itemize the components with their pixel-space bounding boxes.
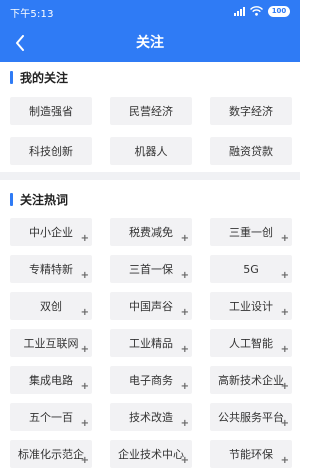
plus-icon[interactable]: +	[81, 382, 89, 392]
tag-chip[interactable]: 中国声谷 +	[110, 292, 192, 320]
tag-label: 制造强省	[29, 105, 73, 118]
tag-chip[interactable]: 5G +	[210, 255, 292, 283]
plus-icon[interactable]: +	[281, 345, 289, 355]
tag-label: 税费减免	[129, 226, 173, 239]
plus-icon[interactable]: +	[181, 382, 189, 392]
tag-label: 节能环保	[229, 448, 273, 461]
my-follow-header: 我的关注	[10, 68, 68, 86]
tag-chip[interactable]: 融资贷款	[210, 137, 292, 165]
plus-icon[interactable]: +	[181, 308, 189, 318]
tag-label: 中国声谷	[129, 300, 173, 313]
nav-bar: 关注	[0, 24, 300, 62]
tag-chip[interactable]: 企业技术中心 +	[110, 440, 192, 468]
header: 下午5:13 100 关注	[0, 0, 300, 62]
section-accent-bar	[10, 192, 13, 206]
my-follow-tags: 制造强省 民营经济 数字经济科技创新 机器人 融资贷款	[10, 97, 292, 165]
signal-icon	[234, 6, 245, 16]
tag-label: 5G	[243, 262, 259, 276]
plus-icon[interactable]: +	[281, 271, 289, 281]
tag-label: 五个一百	[29, 411, 73, 424]
tag-chip[interactable]: 制造强省	[10, 97, 92, 125]
tag-chip[interactable]: 工业精品 +	[110, 329, 192, 357]
tag-label: 工业精品	[129, 337, 173, 350]
tag-chip[interactable]: 机器人	[110, 137, 192, 165]
my-follow-title: 我的关注	[20, 70, 69, 85]
tag-chip[interactable]: 高新技术企业 +	[210, 366, 292, 394]
tag-label: 企业技术中心	[118, 448, 184, 461]
tag-label: 机器人	[134, 145, 168, 158]
hot-words-tags: 中小企业 + 税费减免 + 三重一创 + 专精特新 + 三首一保 +5G + 双创 + 中国声谷 + 工业设计…	[10, 218, 292, 468]
tag-label: 工业互联网	[23, 337, 79, 350]
tag-chip[interactable]: 专精特新 +	[10, 255, 92, 283]
tag-label: 三首一保	[129, 263, 173, 276]
plus-icon[interactable]: +	[81, 345, 89, 355]
page-title: 关注	[136, 35, 164, 51]
plus-icon[interactable]: +	[181, 234, 189, 244]
plus-icon[interactable]: +	[81, 271, 89, 281]
plus-icon[interactable]: +	[81, 419, 89, 429]
status-icons: 100	[234, 5, 290, 17]
plus-icon[interactable]: +	[81, 308, 89, 318]
tag-label: 数字经济	[229, 105, 273, 118]
tag-label: 标准化示范企	[18, 448, 84, 461]
tag-chip[interactable]: 三重一创 +	[210, 218, 292, 246]
plus-icon[interactable]: +	[281, 234, 289, 244]
tag-chip[interactable]: 科技创新	[10, 137, 92, 165]
plus-icon[interactable]: +	[181, 345, 189, 355]
tag-chip[interactable]: 双创 +	[10, 292, 92, 320]
battery-icon: 100	[268, 5, 290, 17]
plus-icon[interactable]: +	[181, 271, 189, 281]
tag-label: 公共服务平台	[218, 411, 284, 424]
plus-icon[interactable]: +	[281, 456, 289, 466]
tag-label: 科技创新	[29, 145, 73, 158]
tag-chip[interactable]: 人工智能 +	[210, 329, 292, 357]
follow-screen: 下午5:13 100 关注 我的关注 制造强省 民营经济 数字经济 科技创新 机…	[0, 0, 300, 469]
plus-icon[interactable]: +	[81, 456, 89, 466]
section-divider	[0, 172, 300, 180]
tag-chip[interactable]: 税费减免 +	[110, 218, 192, 246]
tag-chip[interactable]: 技术改造 +	[110, 403, 192, 431]
tag-label: 电子商务	[129, 374, 173, 387]
tag-chip[interactable]: 工业设计 +	[210, 292, 292, 320]
plus-icon[interactable]: +	[181, 456, 189, 466]
plus-icon[interactable]: +	[281, 382, 289, 392]
tag-chip[interactable]: 电子商务 +	[110, 366, 192, 394]
tag-chip[interactable]: 公共服务平台 +	[210, 403, 292, 431]
tag-chip[interactable]: 集成电路 +	[10, 366, 92, 394]
tag-label: 三重一创	[229, 226, 273, 239]
tag-label: 双创	[40, 300, 62, 313]
wifi-icon	[250, 6, 263, 16]
tag-chip[interactable]: 标准化示范企 +	[10, 440, 92, 468]
tag-label: 工业设计	[229, 300, 273, 313]
tag-chip[interactable]: 民营经济	[110, 97, 192, 125]
tag-label: 民营经济	[129, 105, 173, 118]
section-accent-bar	[10, 70, 13, 84]
tag-label: 技术改造	[129, 411, 173, 424]
tag-chip[interactable]: 五个一百 +	[10, 403, 92, 431]
status-bar: 下午5:13 100	[0, 0, 300, 24]
hot-words-header: 关注热词	[10, 190, 68, 208]
tag-label: 中小企业	[29, 226, 73, 239]
tag-label: 人工智能	[229, 337, 273, 350]
tag-chip[interactable]: 三首一保 +	[110, 255, 192, 283]
tag-label: 融资贷款	[229, 145, 273, 158]
tag-chip[interactable]: 工业互联网 +	[10, 329, 92, 357]
status-time: 下午5:13	[10, 9, 54, 20]
tag-chip[interactable]: 节能环保 +	[210, 440, 292, 468]
hot-words-title: 关注热词	[20, 192, 69, 207]
back-button[interactable]	[6, 28, 34, 58]
tag-label: 集成电路	[29, 374, 73, 387]
tag-chip[interactable]: 中小企业 +	[10, 218, 92, 246]
tag-chip[interactable]: 数字经济	[210, 97, 292, 125]
tag-label: 高新技术企业	[218, 374, 284, 387]
plus-icon[interactable]: +	[181, 419, 189, 429]
plus-icon[interactable]: +	[281, 308, 289, 318]
tag-label: 专精特新	[29, 263, 73, 276]
chevron-left-icon	[16, 35, 24, 51]
plus-icon[interactable]: +	[281, 419, 289, 429]
plus-icon[interactable]: +	[81, 234, 89, 244]
